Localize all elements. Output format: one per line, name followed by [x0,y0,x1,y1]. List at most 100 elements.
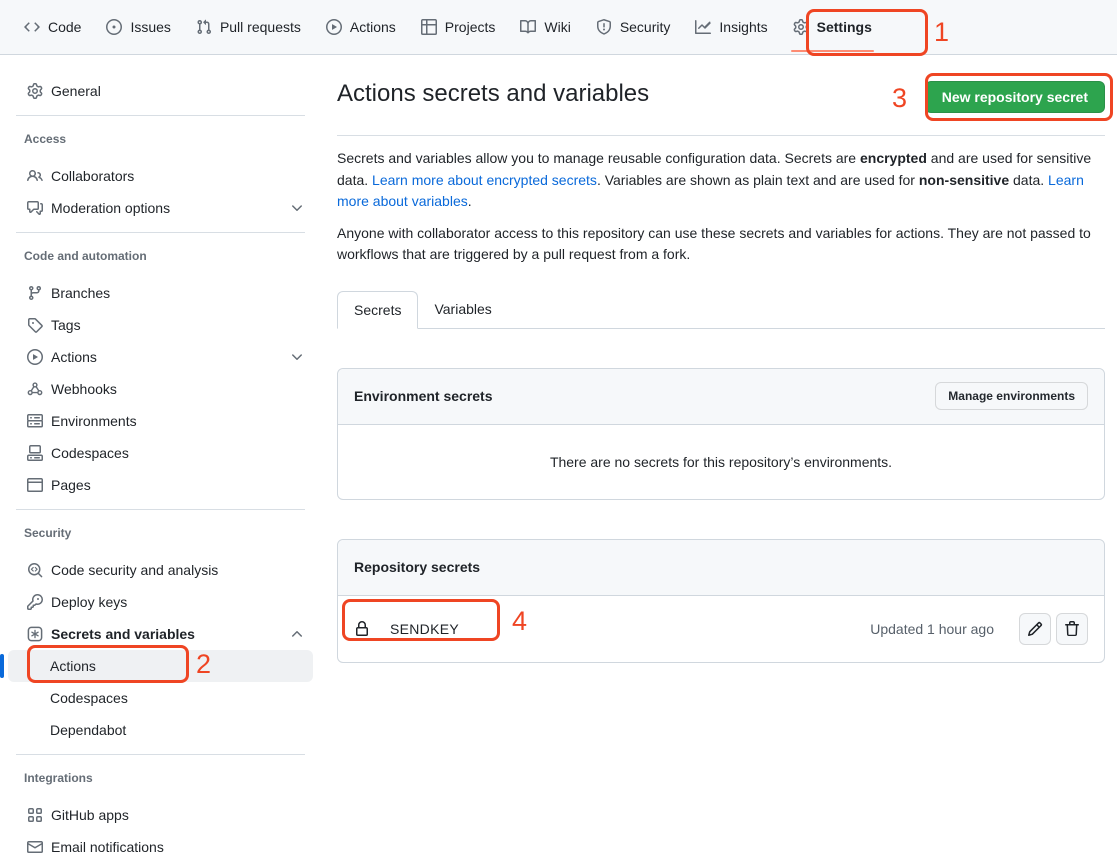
codespaces-icon [27,445,43,461]
sidebar-section-code-and-automation: Code and automation [8,249,313,263]
divider [16,115,305,116]
tab-variables[interactable]: Variables [418,291,507,328]
nav-tab-label: Projects [445,19,496,35]
page-title: Actions secrets and variables [337,79,649,109]
sidebar-item-label: Branches [51,285,110,301]
sidebar-section-access: Access [8,132,313,146]
description-bold: non-sensitive [919,172,1009,188]
sidebar-item-label: Codespaces [51,445,129,461]
play-icon [326,19,342,35]
sidebar-item-tags[interactable]: Tags [8,309,313,341]
nav-tab-label: Settings [817,19,872,35]
description-bold: encrypted [860,150,927,166]
key-icon [27,594,43,610]
nav-tab-settings[interactable]: Settings [785,0,880,54]
environment-secrets-empty-message: There are no secrets for this repository… [338,425,1104,499]
sidebar-item-label: Codespaces [50,690,128,706]
sidebar-item-label: GitHub apps [51,807,129,823]
nav-tab-projects[interactable]: Projects [413,0,504,54]
sidebar-item-label: Deploy keys [51,594,127,610]
description-paragraph-2: Anyone with collaborator access to this … [337,223,1105,266]
trash-icon [1064,621,1080,637]
square-asterisk-icon [27,626,43,642]
sidebar-item-branches[interactable]: Branches [8,277,313,309]
sidebar-item-label: Pages [51,477,91,493]
git-branch-icon [27,285,43,301]
divider [337,135,1105,136]
tab-secrets[interactable]: Secrets [337,291,418,329]
sidebar-subitem-dependabot[interactable]: Dependabot [8,714,313,746]
repo-nav: Code Issues Pull requests Actions Projec… [0,0,1117,55]
code-icon [24,19,40,35]
sidebar-section-security: Security [8,526,313,540]
sidebar-item-actions[interactable]: Actions [8,341,313,373]
secret-name: SENDKEY [390,621,459,637]
nav-tab-insights[interactable]: Insights [687,0,775,54]
book-icon [520,19,536,35]
nav-tab-label: Security [620,19,671,35]
git-pull-request-icon [196,19,212,35]
browser-icon [27,477,43,493]
people-icon [27,168,43,184]
sidebar-item-collaborators[interactable]: Collaborators [8,160,313,192]
secret-updated-timestamp: Updated 1 hour ago [870,621,994,637]
sidebar-item-label: Email notifications [51,839,164,855]
shield-icon [596,19,612,35]
divider [16,232,305,233]
secret-row-sendkey: SENDKEY Updated 1 hour ago [338,596,1104,662]
sidebar-item-secrets-and-variables[interactable]: Secrets and variables [8,618,313,650]
settings-sidebar: General Access Collaborators Moderation … [0,55,321,863]
gear-icon [793,19,809,35]
tag-icon [27,317,43,333]
sidebar-item-label: General [51,83,101,99]
sidebar-item-codespaces[interactable]: Codespaces [8,437,313,469]
sidebar-item-general[interactable]: General [8,75,313,107]
graph-icon [695,19,711,35]
description-text: data. [1009,172,1048,188]
delete-secret-button[interactable] [1056,613,1088,645]
nav-tab-label: Issues [130,19,170,35]
nav-tab-security[interactable]: Security [588,0,679,54]
sidebar-item-email-notifications[interactable]: Email notifications [8,831,313,863]
sidebar-item-environments[interactable]: Environments [8,405,313,437]
description-paragraph-1: Secrets and variables allow you to manag… [337,148,1105,213]
sidebar-item-webhooks[interactable]: Webhooks [8,373,313,405]
environment-secrets-box: Environment secrets Manage environments … [337,368,1105,500]
play-icon [27,349,43,365]
sidebar-subitem-codespaces[interactable]: Codespaces [8,682,313,714]
edit-secret-button[interactable] [1019,613,1051,645]
sidebar-item-label: Secrets and variables [51,626,195,642]
nav-tab-actions[interactable]: Actions [318,0,404,54]
environment-secrets-title: Environment secrets [354,388,493,404]
new-repository-secret-button[interactable]: New repository secret [925,81,1105,113]
sidebar-subitem-actions[interactable]: Actions [8,650,313,682]
nav-tab-label: Wiki [544,19,570,35]
divider [16,754,305,755]
webhook-icon [27,381,43,397]
mail-icon [27,839,43,855]
sidebar-item-label: Environments [51,413,137,429]
nav-tab-pull-requests[interactable]: Pull requests [188,0,309,54]
sidebar-item-label: Moderation options [51,200,170,216]
nav-tab-wiki[interactable]: Wiki [512,0,578,54]
sidebar-item-code-security[interactable]: Code security and analysis [8,554,313,586]
gear-icon [27,83,43,99]
description-text: Secrets and variables allow you to manag… [337,150,860,166]
sidebar-item-label: Collaborators [51,168,134,184]
nav-tab-issues[interactable]: Issues [98,0,178,54]
codescan-icon [27,562,43,578]
sidebar-item-github-apps[interactable]: GitHub apps [8,799,313,831]
nav-tab-code[interactable]: Code [16,0,89,54]
sidebar-item-label: Webhooks [51,381,117,397]
sidebar-item-pages[interactable]: Pages [8,469,313,501]
lock-icon [354,621,370,637]
sidebar-item-moderation-options[interactable]: Moderation options [8,192,313,224]
chevron-down-icon [289,349,305,365]
sidebar-item-deploy-keys[interactable]: Deploy keys [8,586,313,618]
nav-tab-label: Insights [719,19,767,35]
encrypted-secrets-link[interactable]: Learn more about encrypted secrets [372,172,597,188]
manage-environments-button[interactable]: Manage environments [935,382,1088,410]
nav-tab-label: Actions [350,19,396,35]
sidebar-item-label: Tags [51,317,81,333]
repository-secrets-box: Repository secrets SENDKEY Updated 1 hou… [337,539,1105,663]
